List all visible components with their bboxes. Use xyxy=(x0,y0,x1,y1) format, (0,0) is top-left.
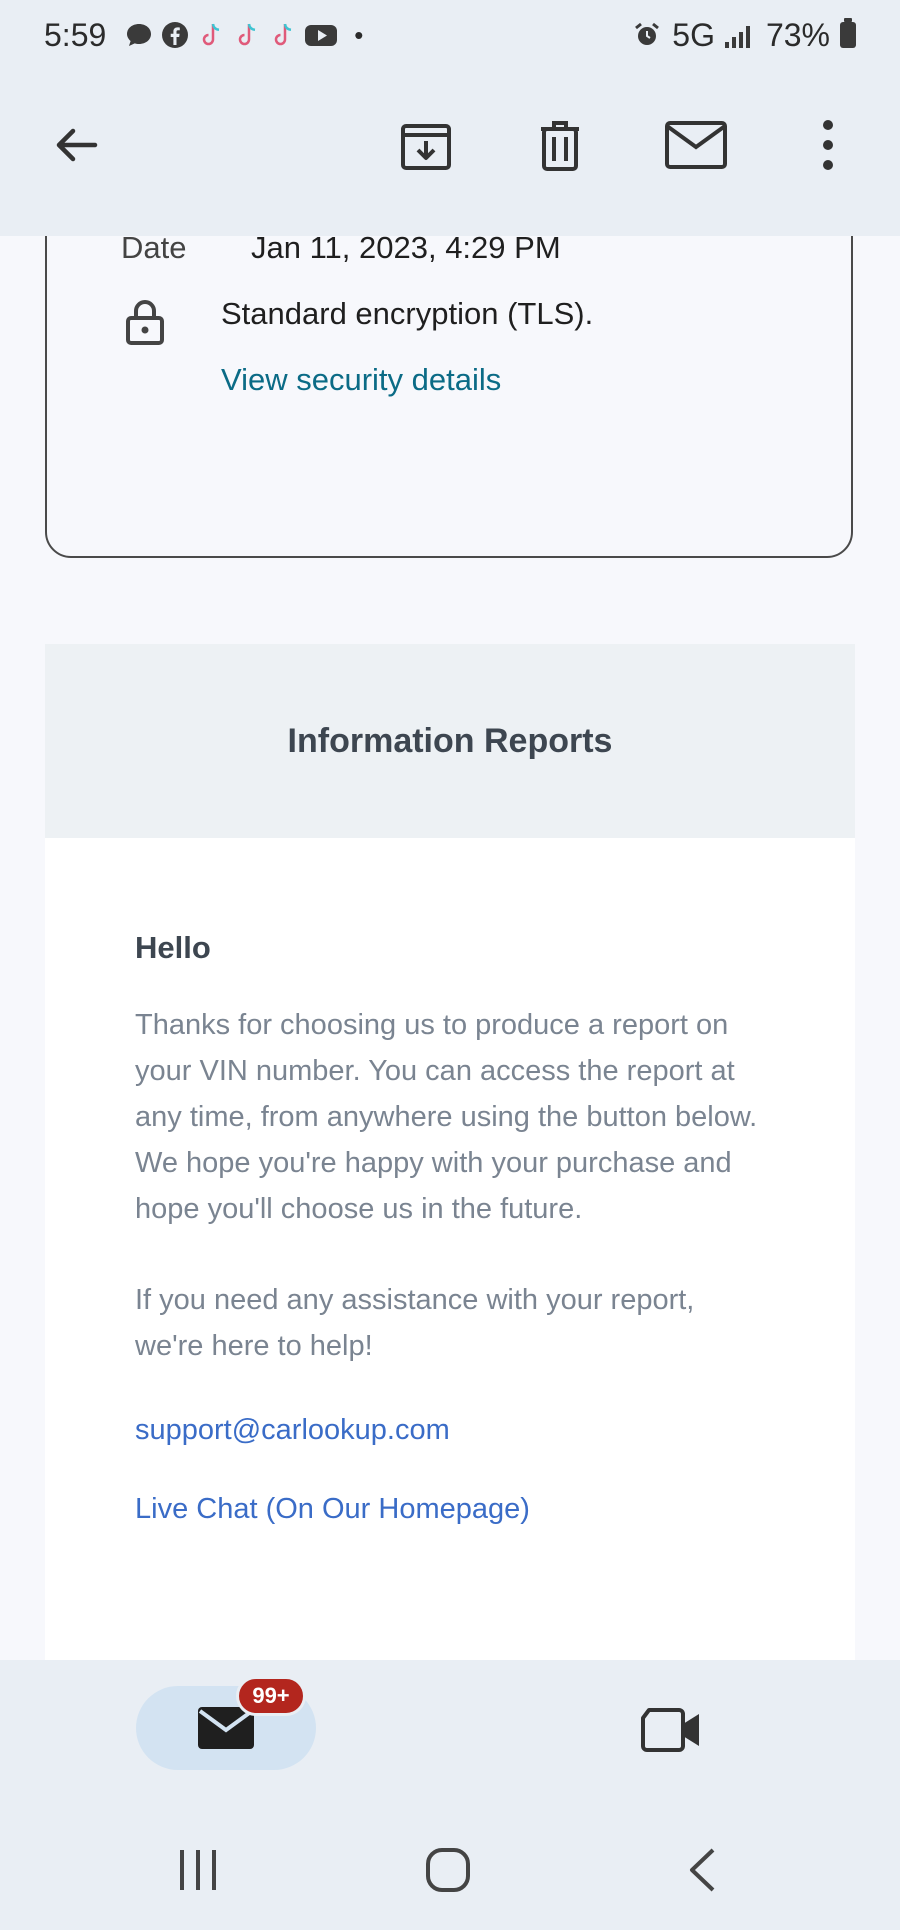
bottom-navigation: 99+ xyxy=(0,1660,900,1930)
more-vert-icon xyxy=(823,120,833,170)
recents-icon xyxy=(180,1850,216,1890)
lock-icon xyxy=(126,300,164,345)
encryption-text: Standard encryption (TLS). xyxy=(221,296,594,331)
signal-icon xyxy=(724,22,750,48)
network-type: 5G xyxy=(672,16,715,53)
tiktok-icon xyxy=(239,23,256,46)
system-back-button[interactable] xyxy=(662,1840,742,1900)
mail-icon xyxy=(665,121,727,169)
nav-meet-tab[interactable] xyxy=(632,1700,712,1760)
notification-icons: • xyxy=(124,20,363,51)
support-email-link[interactable]: support@carlookup.com xyxy=(135,1414,765,1447)
video-camera-icon xyxy=(641,1708,699,1752)
message-details-panel: Date Jan 11, 2023, 4:29 PM Standard encr… xyxy=(45,236,853,558)
body-paragraph-2: If you need any assistance with your rep… xyxy=(135,1284,695,1362)
unread-count-badge: 99+ xyxy=(236,1676,306,1716)
date-label: Date xyxy=(121,236,187,265)
view-security-details-link[interactable]: View security details xyxy=(221,362,501,398)
system-navigation-bar xyxy=(0,1820,900,1920)
alarm-icon xyxy=(635,22,660,45)
home-icon xyxy=(426,1848,470,1892)
archive-button[interactable] xyxy=(386,105,466,185)
delete-button[interactable] xyxy=(520,105,600,185)
tiktok-icon xyxy=(275,23,292,46)
live-chat-link[interactable]: Live Chat (On Our Homepage) xyxy=(135,1493,765,1526)
greeting: Hello xyxy=(135,930,211,965)
back-arrow-icon xyxy=(56,128,98,162)
email-header-title: Information Reports xyxy=(287,721,613,760)
recents-button[interactable] xyxy=(158,1840,238,1900)
back-icon xyxy=(690,1848,715,1892)
chat-icon xyxy=(127,24,152,46)
more-options-button[interactable] xyxy=(788,105,868,185)
mark-unread-button[interactable] xyxy=(656,105,736,185)
youtube-icon xyxy=(305,25,338,46)
battery-percent: 73% xyxy=(765,16,830,53)
date-row: Date Jan 11, 2023, 4:29 PM xyxy=(121,236,561,266)
archive-icon xyxy=(401,124,451,170)
tiktok-icon xyxy=(203,23,220,46)
home-button[interactable] xyxy=(408,1840,488,1900)
status-bar: 5:59 • 5G 73% xyxy=(0,0,900,70)
app-toolbar xyxy=(0,90,900,200)
battery-icon xyxy=(840,18,856,48)
facebook-icon xyxy=(162,22,189,48)
more-notifications-dot: • xyxy=(354,19,364,50)
email-body: Hello Thanks for choosing us to produce … xyxy=(45,838,855,1526)
trash-icon xyxy=(541,121,579,171)
message-content[interactable]: Date Jan 11, 2023, 4:29 PM Standard encr… xyxy=(0,236,900,1660)
top-bar: 5:59 • 5G 73% xyxy=(0,0,900,236)
date-value: Jan 11, 2023, 4:29 PM xyxy=(251,236,561,265)
status-time: 5:59 xyxy=(44,16,107,53)
back-button[interactable] xyxy=(36,105,116,185)
body-paragraph-1: Thanks for choosing us to produce a repo… xyxy=(135,1009,758,1225)
email-body-card: Information Reports Hello Thanks for cho… xyxy=(45,644,855,1660)
email-header-banner: Information Reports xyxy=(45,644,855,838)
